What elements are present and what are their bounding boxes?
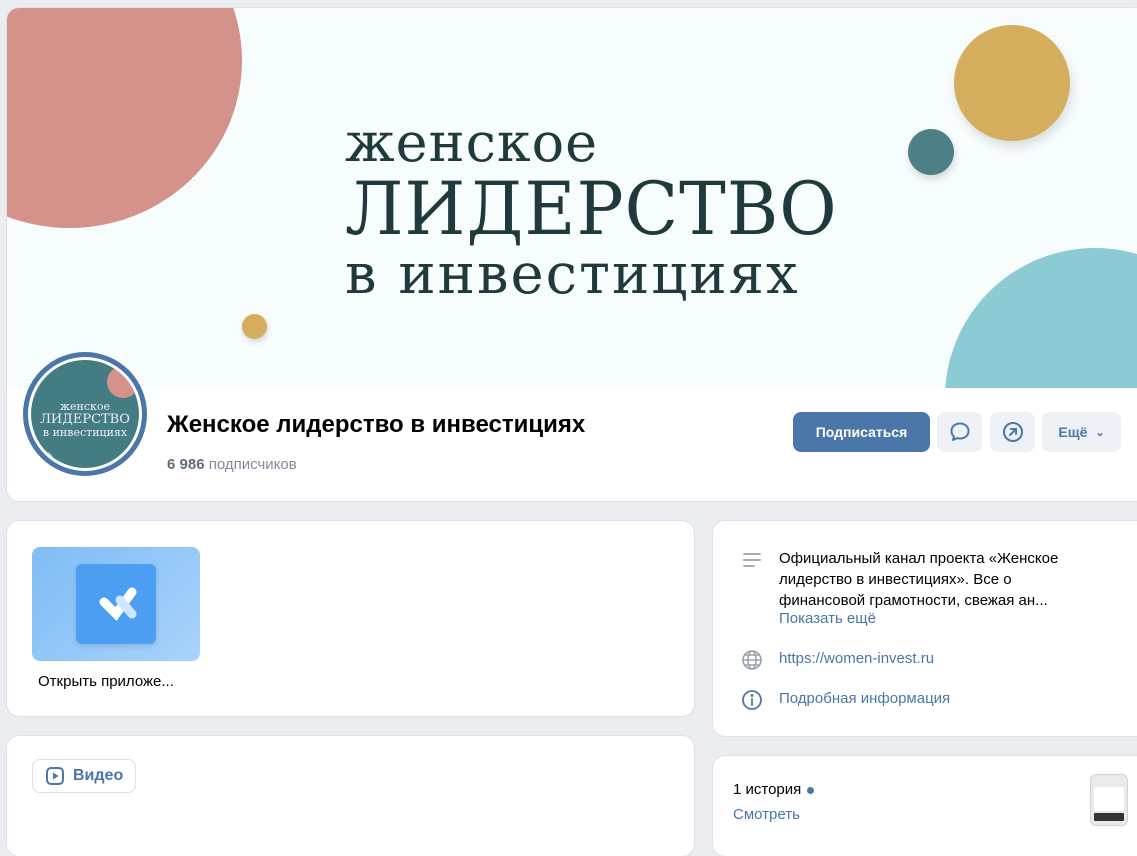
cover-cyan-circle (945, 248, 1137, 388)
play-icon (46, 767, 64, 785)
globe-icon (742, 650, 762, 670)
stories-count-label: 1 история (733, 781, 802, 798)
vk-app-icon (76, 564, 156, 644)
avatar-text-line2: ЛИДЕРСТВО (40, 412, 130, 427)
subscribers-label: подписчиков (208, 456, 297, 473)
subscribe-button[interactable]: Подписаться (793, 412, 930, 452)
chat-bubble-icon (950, 422, 969, 441)
avatar-cyan-circle (39, 452, 53, 466)
group-name: Женское лидерство в инвестициях (167, 411, 586, 438)
cover-small-gold-circle (242, 314, 267, 339)
more-label: Ещё (1058, 424, 1088, 440)
message-button[interactable] (937, 412, 982, 452)
avatar-text-line3: в инвестициях (42, 426, 128, 439)
story-thumbnail-preview (1094, 787, 1124, 811)
chevron-down-icon: ⌄ (1095, 426, 1105, 439)
checkmark-cross-icon (99, 587, 137, 621)
cover-title: женское ЛИДЕРСТВО в инвестициях (345, 113, 945, 305)
open-app-label[interactable]: Открыть приложе... (38, 673, 174, 690)
info-card: Официальный канал проекта «Женское лидер… (713, 521, 1137, 736)
description-text: Официальный канал проекта «Женское лидер… (779, 550, 1059, 609)
cover-title-line3: в инвестициях (345, 242, 800, 307)
subscribers-info[interactable]: 6 986 подписчиков (167, 456, 297, 473)
video-label: Видео (73, 767, 124, 784)
community-header: женское ЛИДЕРСТВО в инвестициях женское … (7, 8, 1137, 501)
details-link[interactable]: Подробная информация (779, 690, 950, 707)
cover-title-line2: ЛИДЕРСТВО (345, 165, 838, 253)
video-tab-button[interactable]: Видео (32, 759, 136, 793)
watch-stories-link[interactable]: Смотреть (733, 806, 800, 823)
avatar-image: женское ЛИДЕРСТВО в инвестициях (31, 360, 139, 468)
story-thumbnail[interactable] (1090, 774, 1128, 826)
info-icon (742, 690, 762, 710)
subscribers-count: 6 986 (167, 456, 205, 473)
stories-card: 1 история Смотреть (713, 756, 1137, 856)
avatar-pink-circle (107, 366, 139, 398)
app-tile[interactable] (32, 547, 200, 661)
stories-count: 1 история (733, 781, 815, 798)
share-button[interactable] (990, 412, 1035, 452)
avatar[interactable]: женское ЛИДЕРСТВО в инвестициях (23, 352, 147, 476)
avatar-logo-text: женское ЛИДЕРСТВО в инвестициях (31, 400, 139, 439)
video-card: Видео (7, 736, 694, 856)
website-link[interactable]: https://women-invest.ru (779, 650, 934, 667)
cover-image: женское ЛИДЕРСТВО в инвестициях (7, 8, 1137, 388)
show-more-link[interactable]: Показать ещё (779, 610, 876, 627)
cover-pink-circle (7, 8, 242, 228)
share-arrow-icon (1002, 422, 1023, 442)
cover-gold-circle (954, 25, 1070, 141)
cover-title-line1: женское (345, 111, 599, 174)
new-story-dot (807, 786, 815, 794)
app-widget-card: Открыть приложе... (7, 521, 694, 716)
more-button[interactable]: Ещё ⌄ (1042, 412, 1121, 452)
description-lines-icon (743, 553, 761, 567)
story-thumbnail-bar (1094, 813, 1124, 821)
